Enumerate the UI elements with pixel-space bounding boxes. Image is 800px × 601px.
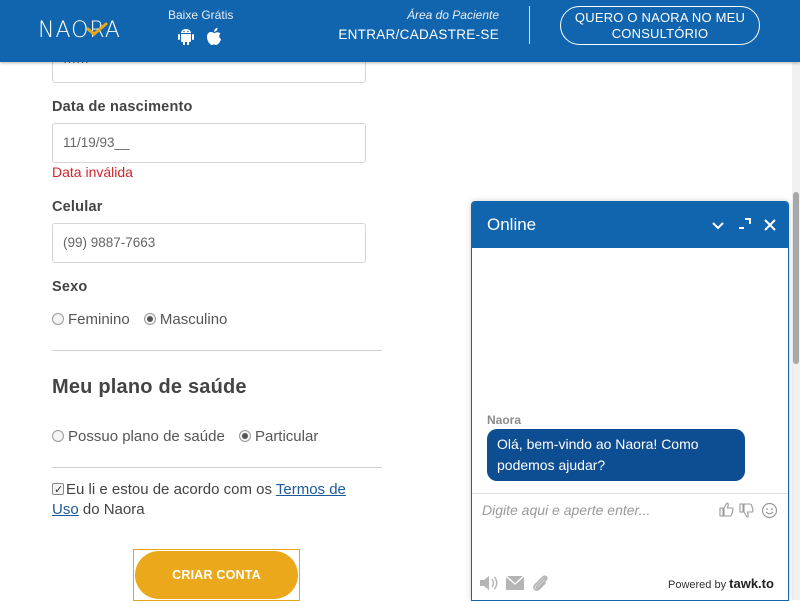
logo-text: NAORA — [38, 18, 121, 43]
terms-prefix: Eu li e estou de acordo com os — [66, 481, 276, 498]
health-plan-title: Meu plano de saúde — [52, 376, 247, 398]
apple-icon[interactable] — [206, 27, 222, 46]
chat-divider — [472, 493, 788, 494]
phone-field[interactable]: (99) 9887-7663 — [52, 223, 366, 263]
chat-status: Online — [487, 215, 537, 234]
agent-name: Naora — [487, 413, 522, 427]
emoji-icon[interactable] — [761, 502, 778, 519]
minimize-chevron-icon[interactable] — [709, 216, 727, 234]
plan-option-private[interactable]: Particular — [238, 428, 319, 445]
gender-options: Feminino Masculino — [52, 311, 227, 328]
chat-header[interactable]: Online — [472, 202, 788, 248]
site-header: NAORA Baixe Grátis Área do Paciente ENTR… — [0, 0, 800, 62]
close-icon[interactable] — [761, 216, 779, 234]
gender-option-male[interactable]: Masculino — [143, 311, 228, 328]
chat-message-bubble: Olá, bem-vindo ao Naora! Como podemos aj… — [487, 429, 745, 481]
terms-agreement: Eu li e estou de acordo com os Termos de… — [52, 480, 372, 520]
plan-option-label: Particular — [254, 428, 319, 445]
section-divider — [52, 467, 382, 468]
attachment-icon[interactable] — [530, 572, 550, 594]
birthdate-error: Data inválida — [52, 164, 133, 180]
create-account-button[interactable]: CRIAR CONTA — [135, 551, 298, 599]
message-line-1: Olá, bem-vindo ao Naora! Como — [497, 436, 699, 452]
radio-female[interactable] — [52, 313, 64, 325]
message-line-2: podemos ajudar? — [497, 457, 606, 473]
plan-options: Possuo plano de saúde Particular — [52, 428, 318, 445]
terms-suffix: do Naora — [78, 501, 145, 518]
chat-widget: Online Naora Olá, bem-vindo ao Naora! Co… — [471, 201, 789, 601]
gender-option-label: Masculino — [159, 311, 228, 328]
sound-icon[interactable] — [478, 573, 500, 593]
powered-by[interactable]: Powered by tawk.to — [668, 576, 774, 591]
birthdate-label: Data de nascimento — [52, 99, 193, 115]
android-icon[interactable] — [178, 28, 194, 46]
radio-male[interactable] — [143, 313, 156, 325]
naora-logo[interactable]: NAORA — [38, 18, 142, 44]
header-divider — [529, 6, 530, 44]
radio-insured[interactable] — [52, 430, 64, 442]
gender-option-label: Feminino — [68, 311, 130, 328]
patient-area-label: Área do Paciente — [406, 8, 499, 22]
plan-option-label: Possuo plano de saúde — [68, 428, 225, 445]
gender-label: Sexo — [52, 279, 88, 295]
thumbs-up-icon[interactable] — [719, 502, 734, 517]
doctor-cta-button[interactable]: QUERO O NAORA NO MEU CONSULTÓRIO — [560, 6, 760, 45]
popout-icon[interactable] — [735, 216, 753, 234]
thumbs-down-icon[interactable] — [739, 503, 754, 518]
email-icon[interactable] — [505, 575, 525, 591]
birthdate-field[interactable]: 11/19/93__ — [52, 123, 366, 163]
powered-by-label: Powered by — [668, 579, 727, 591]
cta-line-1: QUERO O NAORA NO MEU — [574, 10, 746, 25]
radio-private[interactable] — [238, 430, 251, 442]
tawk-brand: tawk.to — [729, 576, 774, 591]
plan-option-insured[interactable]: Possuo plano de saúde — [52, 428, 225, 445]
cta-line-2: CONSULTÓRIO — [611, 26, 709, 41]
terms-checkbox[interactable] — [52, 480, 64, 500]
chat-message-input[interactable]: Digite aqui e aperte enter... — [482, 502, 712, 518]
phone-label: Celular — [52, 199, 103, 215]
gender-option-female[interactable]: Feminino — [52, 311, 130, 328]
page-scrollbar-thumb[interactable] — [793, 192, 799, 364]
login-signup-link[interactable]: ENTRAR/CADASTRE-SE — [338, 27, 499, 42]
section-divider — [52, 350, 382, 351]
download-label: Baixe Grátis — [168, 8, 234, 22]
logo-check-icon — [86, 22, 108, 36]
